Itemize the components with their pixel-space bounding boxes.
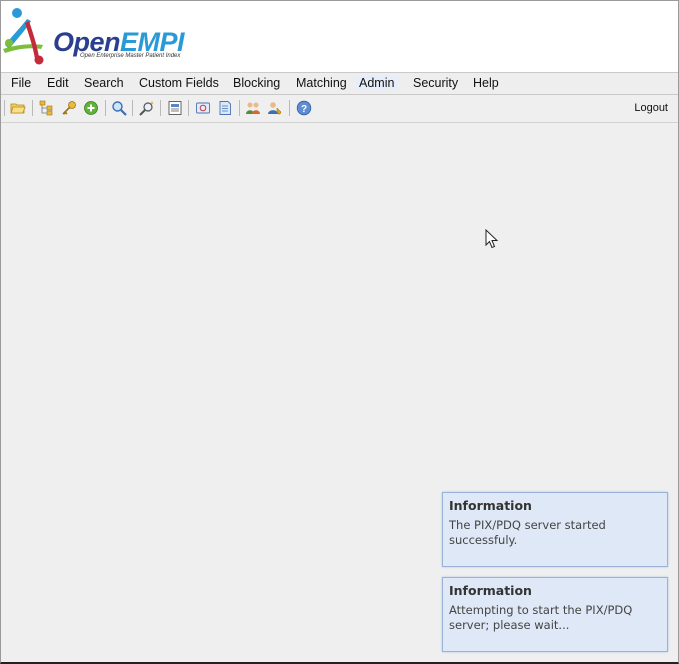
toolbar-separator — [160, 100, 161, 116]
mouse-cursor-icon — [485, 229, 499, 249]
menu-edit[interactable]: Edit — [44, 76, 72, 90]
menu-matching[interactable]: Matching — [293, 76, 350, 90]
toolbar-separator — [239, 100, 240, 116]
toolbar-separator — [105, 100, 106, 116]
toolbar-separator — [4, 100, 5, 116]
notification-title: Information — [449, 498, 532, 513]
document-icon[interactable] — [217, 100, 233, 116]
add-icon[interactable] — [83, 100, 99, 116]
notification-message: Attempting to start the PIX/PDQ server; … — [449, 603, 633, 632]
toolbar-separator — [289, 100, 290, 116]
menu-security[interactable]: Security — [410, 76, 461, 90]
header: OpenEMPI Open Enterprise Master Patient … — [1, 1, 678, 73]
magic-search-icon[interactable] — [139, 100, 155, 116]
openempi-logo: OpenEMPI Open Enterprise Master Patient … — [3, 5, 193, 67]
help-icon[interactable]: ? — [296, 100, 312, 116]
notification-title: Information — [449, 583, 532, 598]
menu-bar: File Edit Search Custom Fields Blocking … — [1, 73, 678, 95]
users-icon[interactable] — [245, 100, 261, 116]
toolbar-separator — [132, 100, 133, 116]
menu-blocking[interactable]: Blocking — [230, 76, 283, 90]
info-notification[interactable]: Information The PIX/PDQ server started s… — [442, 492, 668, 567]
menu-admin[interactable]: Admin — [356, 76, 398, 90]
open-folder-icon[interactable] — [10, 100, 26, 116]
key-icon[interactable] — [61, 100, 77, 116]
toolbar-separator — [32, 100, 33, 116]
logo-tagline: Open Enterprise Master Patient Index — [80, 53, 181, 59]
user-edit-icon[interactable] — [267, 100, 283, 116]
notification-message: The PIX/PDQ server started successfuly. — [449, 518, 606, 547]
toolbar: ? Logout — [1, 95, 678, 123]
info-notification[interactable]: Information Attempting to start the PIX/… — [442, 577, 668, 652]
svg-text:?: ? — [301, 104, 307, 115]
report-icon[interactable] — [167, 100, 183, 116]
menu-custom-fields[interactable]: Custom Fields — [136, 76, 222, 90]
toolbar-separator — [188, 100, 189, 116]
search-icon[interactable] — [111, 100, 127, 116]
menu-search[interactable]: Search — [81, 76, 127, 90]
app-window: OpenEMPI Open Enterprise Master Patient … — [0, 0, 679, 664]
menu-help[interactable]: Help — [470, 76, 502, 90]
stamp-icon[interactable] — [195, 100, 211, 116]
logout-link[interactable]: Logout — [634, 102, 668, 114]
menu-file[interactable]: File — [8, 76, 34, 90]
logo-emblem-icon — [3, 8, 44, 65]
tree-icon[interactable] — [38, 100, 54, 116]
